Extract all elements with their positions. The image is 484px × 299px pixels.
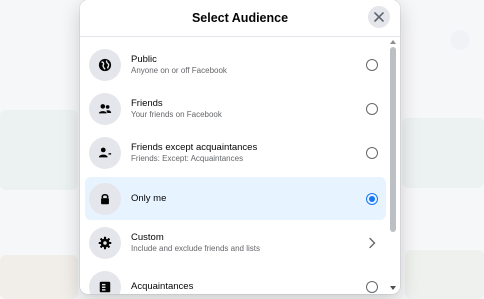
option-description: Friends: Except: Acquaintances — [131, 153, 244, 163]
option-custom[interactable]: Custom Include and exclude friends and l… — [85, 223, 386, 263]
radio-friends[interactable] — [366, 103, 378, 115]
friends-except-icon — [98, 147, 112, 158]
option-acquaintances[interactable]: Acquaintances — [85, 267, 386, 294]
option-text: Friends Your friends on Facebook — [131, 98, 366, 120]
select-audience-dialog: Select Audience Public Anyone on or off … — [80, 0, 400, 294]
scroll-down-arrow-icon[interactable] — [390, 286, 396, 290]
option-public[interactable]: Public Anyone on or off Facebook — [85, 45, 386, 85]
scrollbar[interactable] — [388, 37, 398, 294]
audience-options-list: Public Anyone on or off Facebook Friends… — [80, 37, 386, 294]
friends-icon-wrap — [89, 93, 121, 125]
globe-icon-wrap — [89, 49, 121, 81]
option-text: Friends except acquaintances Friends: Ex… — [131, 142, 366, 164]
option-friends[interactable]: Friends Your friends on Facebook — [85, 89, 386, 129]
lock-icon-wrap — [89, 182, 121, 215]
radio-friends-except-acquaintances[interactable] — [366, 147, 378, 159]
option-label: Custom — [131, 232, 164, 244]
option-text: Only me — [131, 193, 366, 205]
friends-except-icon-wrap — [89, 137, 121, 169]
option-label: Friends — [131, 98, 163, 110]
friends-icon — [98, 104, 112, 114]
radio-public[interactable] — [366, 59, 378, 71]
radio-acquaintances[interactable] — [366, 281, 378, 293]
option-label: Only me — [131, 192, 167, 204]
dialog-title: Select Audience — [191, 11, 289, 25]
radio-only-me[interactable] — [366, 192, 378, 205]
option-label: Acquaintances — [131, 281, 194, 293]
chevron-right-icon[interactable] — [368, 237, 376, 249]
list-icon — [99, 281, 111, 293]
gear-icon — [98, 236, 112, 250]
close-button[interactable] — [368, 6, 390, 28]
scroll-up-arrow-icon[interactable] — [390, 40, 396, 44]
option-text: Acquaintances — [131, 281, 366, 293]
gear-icon-wrap — [89, 227, 121, 259]
option-description: Include and exclude friends and lists — [131, 243, 260, 253]
option-description: Your friends on Facebook — [131, 109, 222, 119]
option-label: Public — [131, 54, 157, 66]
scrollbar-thumb[interactable] — [390, 47, 396, 232]
option-description: Anyone on or off Facebook — [131, 65, 227, 75]
dialog-header: Select Audience — [80, 0, 400, 37]
option-text: Custom Include and exclude friends and l… — [131, 232, 368, 254]
option-only-me[interactable]: Only me — [85, 177, 386, 220]
option-text: Public Anyone on or off Facebook — [131, 54, 366, 76]
option-label: Friends except acquaintances — [131, 142, 258, 154]
globe-icon — [98, 58, 112, 72]
close-icon — [374, 12, 384, 22]
list-icon-wrap — [89, 271, 121, 294]
option-friends-except-acquaintances[interactable]: Friends except acquaintances Friends: Ex… — [85, 133, 386, 173]
lock-icon — [101, 193, 109, 204]
